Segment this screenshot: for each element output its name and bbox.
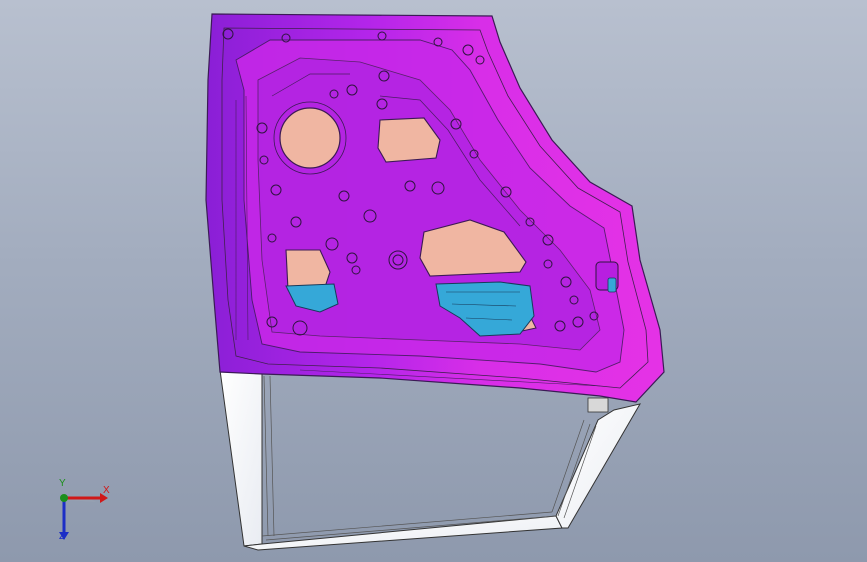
x-axis-label: X (103, 485, 110, 496)
speaker-opening (279, 107, 341, 169)
door-panel (205, 13, 665, 403)
y-axis-label: Y (59, 478, 66, 489)
cad-3d-viewport[interactable]: X Y Z (0, 0, 867, 562)
hinge-bracket (587, 397, 609, 413)
axis-triad: X Y Z (44, 478, 114, 550)
door-inner-panel-model[interactable] (0, 0, 867, 562)
z-axis-label: Z (59, 531, 66, 542)
window-frame (219, 369, 642, 551)
y-axis-dot (60, 494, 68, 502)
handle-pocket (595, 261, 619, 293)
